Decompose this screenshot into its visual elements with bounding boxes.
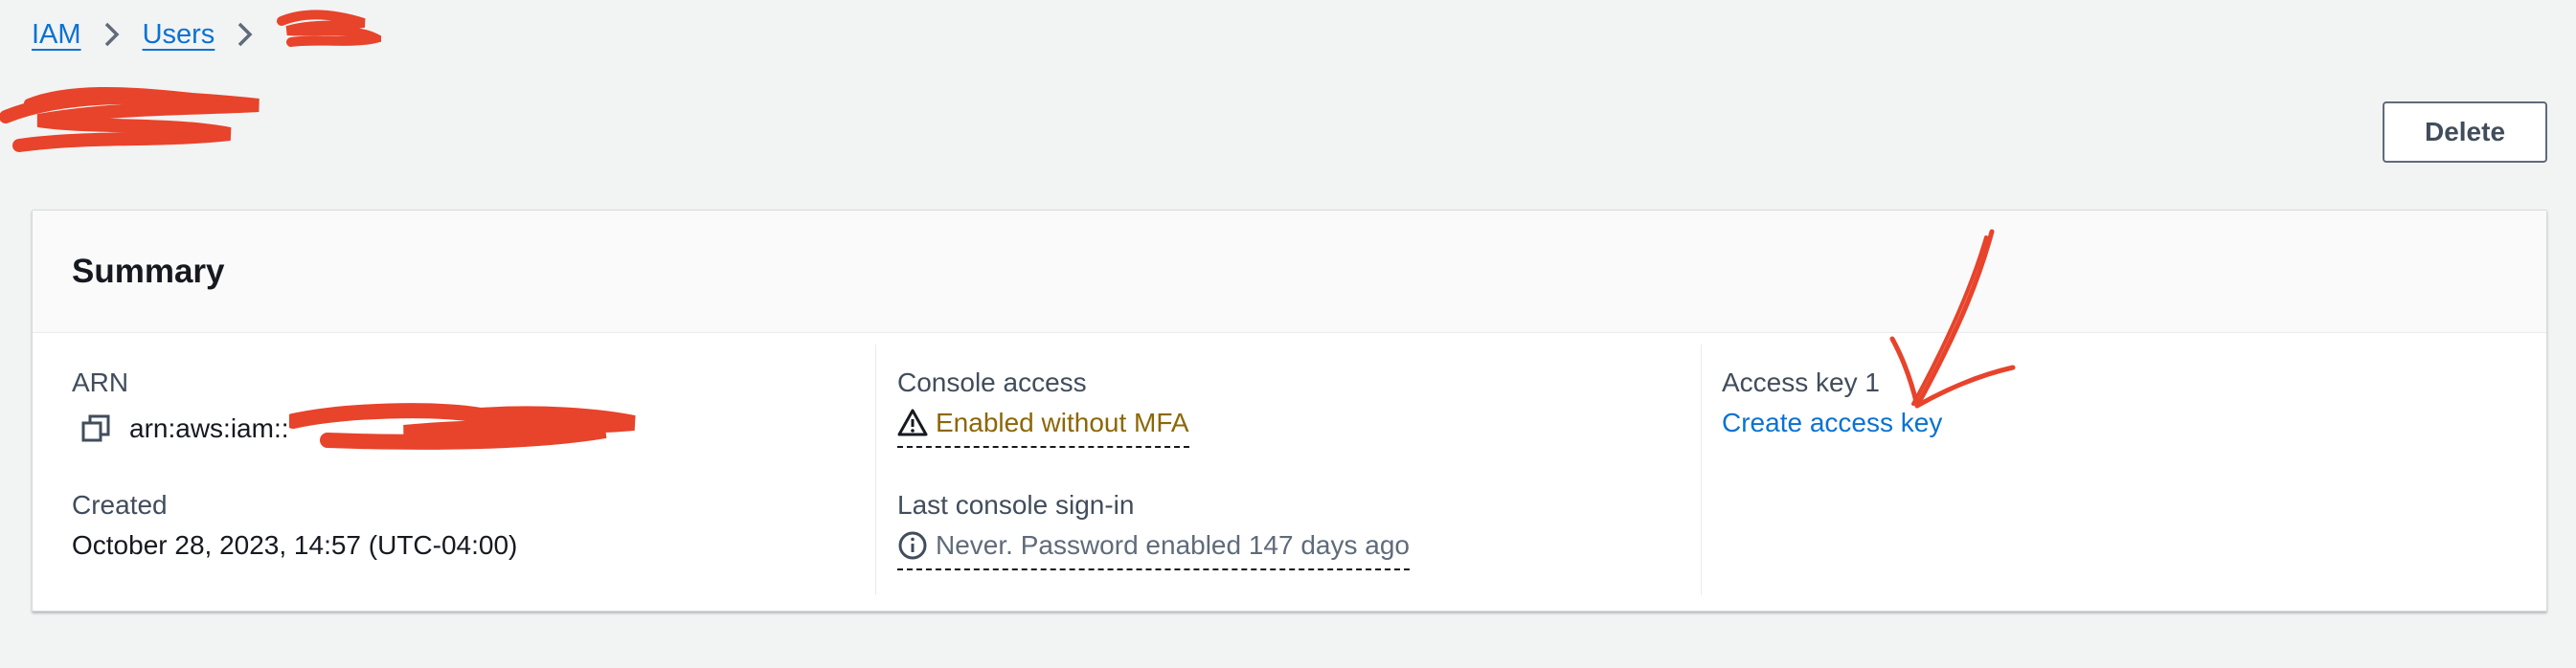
last-signin-label: Last console sign-in — [897, 490, 1135, 520]
redacted-arn — [288, 402, 644, 456]
summary-column-identity: ARN arn:aws:iam:: Created October 28, 20… — [72, 345, 867, 593]
iam-user-page: IAM Users Delete Summary ARN arn:aws:iam… — [0, 0, 2576, 668]
summary-header: Summary — [33, 211, 2546, 333]
column-divider — [1701, 345, 1702, 595]
created-field: Created October 28, 2023, 14:57 (UTC-04:… — [72, 486, 517, 567]
created-label: Created — [72, 490, 168, 520]
summary-title: Summary — [72, 252, 225, 290]
redacted-page-title — [0, 78, 278, 169]
annotation-arrow — [1887, 226, 2021, 422]
console-access-field: Console access Enabled without MFA — [897, 364, 1189, 448]
arn-value-row: arn:aws:iam:: — [72, 402, 644, 456]
arn-field: ARN arn:aws:iam:: — [72, 364, 644, 456]
copy-icon[interactable] — [79, 412, 114, 446]
redacted-username-breadcrumb — [276, 10, 390, 59]
summary-column-console: Console access Enabled without MFA Last … — [897, 345, 1702, 593]
column-divider — [875, 345, 876, 595]
arn-value: arn:aws:iam:: — [129, 413, 289, 443]
warning-icon — [897, 408, 928, 438]
console-access-label: Console access — [897, 367, 1087, 397]
last-signin-field: Last console sign-in Never. Password ena… — [897, 486, 1410, 570]
console-access-value: Enabled without MFA — [936, 408, 1189, 437]
last-signin-value: Never. Password enabled 147 days ago — [936, 530, 1410, 560]
arn-label: ARN — [72, 367, 129, 397]
chevron-right-icon — [81, 20, 143, 49]
info-icon — [897, 530, 928, 561]
console-access-status[interactable]: Enabled without MFA — [897, 402, 1189, 448]
created-value: October 28, 2023, 14:57 (UTC-04:00) — [72, 530, 518, 560]
console-access-value-row: Enabled without MFA — [897, 402, 1189, 448]
breadcrumb-users-link[interactable]: Users — [143, 19, 215, 51]
delete-button[interactable]: Delete — [2383, 101, 2547, 163]
summary-column-access-keys: Access key 1 Create access key — [1722, 345, 2517, 593]
breadcrumb: IAM Users — [32, 10, 390, 54]
summary-card: Summary ARN arn:aws:iam:: Created Octobe… — [32, 210, 2547, 612]
last-signin-status[interactable]: Never. Password enabled 147 days ago — [897, 524, 1410, 570]
chevron-right-icon — [215, 20, 276, 49]
breadcrumb-iam-link[interactable]: IAM — [32, 19, 81, 51]
last-signin-value-row: Never. Password enabled 147 days ago — [897, 524, 1410, 570]
